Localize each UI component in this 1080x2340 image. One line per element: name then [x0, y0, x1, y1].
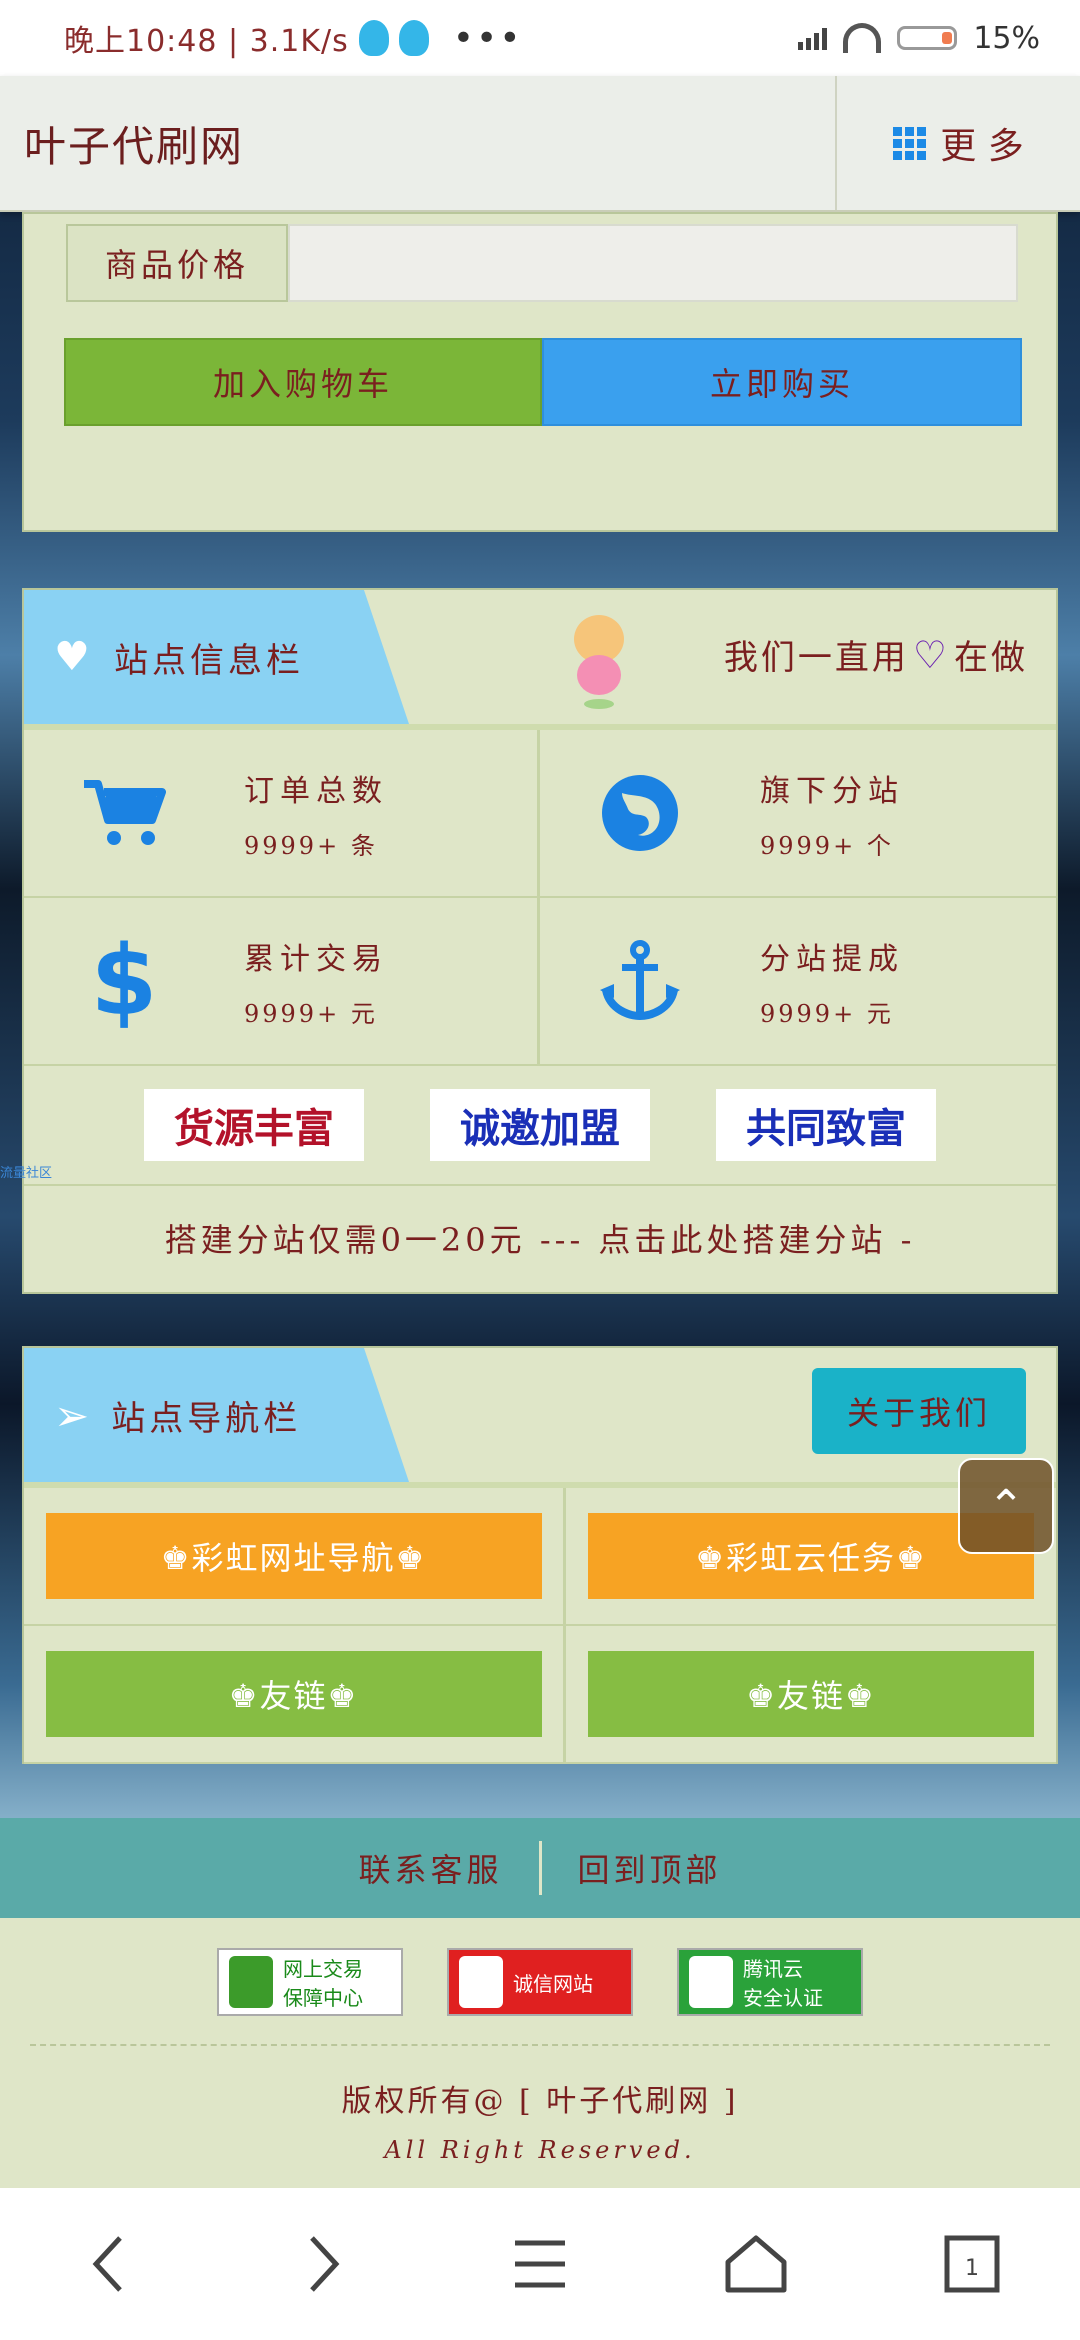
cert-line: 保障中心: [283, 1986, 363, 2010]
contact-support-link[interactable]: 联系客服: [358, 1845, 502, 1891]
stats-grid: 订单总数 9999+ 条 旗下分站 9999+ 个 $ 累计交易 9999+ 元: [24, 730, 1056, 1066]
site-info-card: ♥ 站点信息栏 我们一直用 ♡ 在做 订单总数 9999+ 条 旗下分站 999…: [22, 588, 1058, 1294]
purchase-buttons: 加入购物车 立即购买: [64, 338, 1022, 426]
credit-site-cert[interactable]: 诚信网站: [447, 1948, 633, 2016]
hamburger-icon: [515, 2240, 565, 2288]
status-bar: 晚上10:48 | 3.1K/s ••• 15%: [0, 0, 1080, 76]
price-row: 商品价格: [66, 224, 1018, 302]
stat-label: 订单总数: [244, 773, 388, 809]
cert-line: 安全认证: [743, 1986, 823, 2010]
credit-logo-icon: [459, 1956, 503, 2008]
copyright: 版权所有@ [ 叶子代刷网 ]: [341, 2084, 739, 2119]
more-label: 更 多: [940, 126, 1024, 167]
qq-icon: [398, 20, 429, 56]
footer: 网上交易 保障中心 诚信网站 腾讯云 安全认证 版权所有@ [ 叶子代刷网 ] …: [0, 1918, 1080, 2188]
home-button[interactable]: [716, 2224, 796, 2304]
menu-button[interactable]: [500, 2224, 580, 2304]
price-field[interactable]: [288, 224, 1018, 302]
tencent-cloud-cert[interactable]: 腾讯云 安全认证: [677, 1948, 863, 2016]
slogan-part-2: 在做: [954, 638, 1028, 678]
shield-icon: [229, 1956, 273, 2008]
browser-navigation-bar: 1: [0, 2188, 1080, 2340]
build-substation-link[interactable]: 搭建分站仅需0一20元 --- 点击此处搭建分站 -: [24, 1186, 1056, 1290]
cert-line: 网上交易: [283, 1957, 363, 1981]
site-header: 叶子代刷网 更 多: [0, 76, 1080, 212]
certificates: 网上交易 保障中心 诚信网站 腾讯云 安全认证: [0, 1918, 1080, 2016]
battery-level: 15%: [973, 20, 1040, 56]
chevron-right-icon: [310, 2236, 340, 2292]
firefox-icon: [540, 773, 740, 853]
site-info-tab: ♥ 站点信息栏: [24, 590, 409, 724]
stat-label: 旗下分站: [760, 773, 904, 809]
site-info-header: ♥ 站点信息栏 我们一直用 ♡ 在做: [24, 590, 1056, 730]
paper-plane-icon: ➢: [54, 1390, 90, 1440]
promo-badges: 货源丰富 诚邀加盟 共同致富: [24, 1066, 1056, 1186]
slogan: 我们一直用 ♡ 在做: [724, 630, 1028, 679]
divider: [30, 2044, 1050, 2046]
trade-guarantee-cert[interactable]: 网上交易 保障中心: [217, 1948, 403, 2016]
price-label: 商品价格: [66, 224, 288, 302]
stat-value: 9999+ 元: [760, 999, 894, 1028]
tabs-icon: 1: [944, 2235, 1000, 2293]
cart-icon: [24, 778, 224, 848]
status-time: 晚上10:48 | 3.1K/s: [64, 24, 349, 59]
anchor-icon: [540, 940, 740, 1022]
chevron-up-icon: ⌃: [987, 1480, 1025, 1532]
site-info-title: 站点信息栏: [114, 640, 304, 681]
rights-reserved: All Right Reserved.: [384, 2136, 696, 2164]
heartbeat-icon: ♥: [54, 634, 90, 680]
chevron-left-icon: [92, 2236, 122, 2292]
slogan-part-1: 我们一直用: [723, 638, 909, 678]
check-shield-icon: [689, 1956, 733, 2008]
more-menu-button[interactable]: 更 多: [835, 76, 1080, 210]
scroll-to-top-button[interactable]: ⌃: [958, 1458, 1054, 1554]
friend-link[interactable]: ♚友链♚: [588, 1651, 1034, 1737]
add-to-cart-button[interactable]: 加入购物车: [64, 338, 542, 426]
more-notifications-icon: •••: [452, 17, 523, 59]
mascot-image: [569, 615, 629, 715]
rainbow-nav-link[interactable]: ♚彩虹网址导航♚: [45, 1513, 542, 1599]
qq-icon: [358, 20, 389, 56]
site-nav-header: ➢ 站点导航栏 关于我们: [24, 1348, 1056, 1488]
battery-icon: [897, 26, 958, 50]
stat-value: 9999+ 元: [244, 999, 378, 1028]
badge-rich-supply: 货源丰富: [144, 1089, 364, 1161]
side-community-link[interactable]: 流量社区: [0, 1162, 52, 1181]
wifi-icon: [843, 23, 882, 53]
forward-button[interactable]: [284, 2224, 364, 2304]
buy-now-button[interactable]: 立即购买: [542, 338, 1022, 426]
footer-divider: [538, 1841, 542, 1895]
heart-outline-icon: ♡: [912, 632, 950, 677]
badge-prosper-together: 共同致富: [716, 1089, 936, 1161]
svg-text:1: 1: [965, 2256, 979, 2281]
site-nav-tab: ➢ 站点导航栏: [24, 1348, 409, 1482]
stat-substations: 旗下分站 9999+ 个: [540, 730, 1056, 898]
back-button[interactable]: [68, 2224, 148, 2304]
stat-total-trade: $ 累计交易 9999+ 元: [24, 898, 540, 1066]
stat-label: 累计交易: [244, 941, 388, 977]
signal-icon: [798, 26, 828, 50]
badge-join-us: 诚邀加盟: [430, 1089, 650, 1161]
footer-bar: 联系客服 回到顶部: [0, 1818, 1080, 1918]
back-to-top-link[interactable]: 回到顶部: [578, 1845, 722, 1891]
cert-line: 诚信网站: [513, 1971, 593, 1996]
dollar-icon: $: [90, 925, 158, 1037]
site-brand[interactable]: 叶子代刷网: [0, 113, 835, 174]
product-card: 商品价格 加入购物车 立即购买: [22, 212, 1058, 532]
nav-links-grid: ♚彩虹网址导航♚ ♚彩虹云任务♚ ♚友链♚ ♚友链♚: [24, 1488, 1056, 1764]
stat-total-orders: 订单总数 9999+ 条: [24, 730, 540, 898]
tabs-button[interactable]: 1: [932, 2224, 1012, 2304]
about-us-button[interactable]: 关于我们: [812, 1368, 1026, 1454]
home-icon: [725, 2235, 787, 2293]
site-nav-title: 站点导航栏: [111, 1398, 302, 1439]
friend-link[interactable]: ♚友链♚: [45, 1651, 542, 1737]
stat-commission: 分站提成 9999+ 元: [540, 898, 1056, 1066]
stat-value: 9999+ 个: [760, 831, 894, 860]
stat-label: 分站提成: [760, 941, 904, 977]
site-nav-card: ➢ 站点导航栏 关于我们 ♚彩虹网址导航♚ ♚彩虹云任务♚ ♚友链♚ ♚友链♚: [22, 1346, 1058, 1764]
grid-icon: [893, 126, 927, 160]
stat-value: 9999+ 条: [244, 831, 378, 860]
cert-line: 腾讯云: [743, 1957, 803, 1981]
